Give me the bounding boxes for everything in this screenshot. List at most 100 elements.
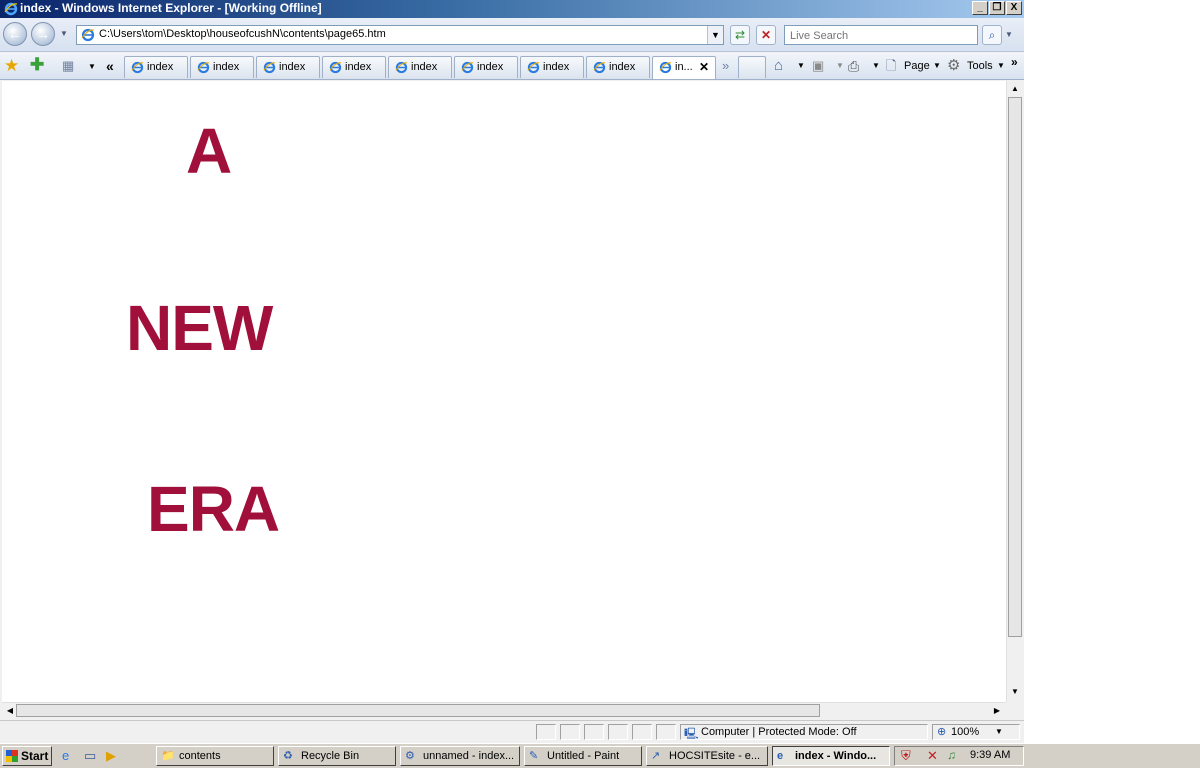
show-desktop-icon[interactable]: ▭: [84, 748, 96, 764]
feeds-icon[interactable]: ▣: [812, 56, 824, 76]
start-button[interactable]: Start: [2, 746, 52, 766]
close-tab-icon[interactable]: ✕: [699, 60, 709, 74]
recent-pages-dropdown-icon[interactable]: ▼: [60, 29, 68, 38]
taskbar-button[interactable]: ♻ Recycle Bin: [278, 746, 396, 766]
tabs-scroll-left-icon[interactable]: «: [106, 58, 114, 74]
taskbar: Start e ▭ ▶ 📁 contents ♻ Recycle Bin ⚙ unname…: [0, 743, 1200, 768]
favorites-center-icon[interactable]: ★: [4, 56, 19, 76]
home-dropdown-icon[interactable]: ▼: [797, 56, 805, 76]
print-icon[interactable]: ⎙: [848, 56, 859, 76]
horizontal-scrollbar[interactable]: ◀ ▶: [2, 702, 1006, 718]
taskbar-button[interactable]: e index - Windo...: [772, 746, 890, 766]
status-segment: [608, 724, 628, 740]
vertical-scrollbar[interactable]: ▲ ▼: [1006, 81, 1023, 702]
stop-button[interactable]: ✕: [756, 25, 776, 45]
vertical-scroll-thumb[interactable]: [1008, 97, 1022, 637]
more-commands-icon[interactable]: »: [1011, 52, 1018, 72]
ie-tab-icon: [593, 61, 606, 74]
ie-tab-icon: [263, 61, 276, 74]
status-segment: [584, 724, 604, 740]
tabs-scroll-right-icon[interactable]: »: [722, 58, 729, 73]
ie-tab-icon: [461, 61, 474, 74]
home-icon[interactable]: ⌂: [774, 56, 783, 76]
windows-logo-icon: [6, 750, 18, 762]
scroll-up-icon[interactable]: ▲: [1008, 82, 1022, 96]
forward-button[interactable]: →: [31, 22, 55, 46]
security-shield-icon[interactable]: ⛨: [901, 748, 911, 764]
search-input[interactable]: [788, 27, 978, 45]
heading-word-a: A: [186, 115, 232, 187]
minimize-button[interactable]: _: [972, 1, 988, 15]
taskbar-button-label: contents: [179, 750, 221, 762]
page-dropdown-icon[interactable]: ▼: [933, 56, 941, 76]
restore-button[interactable]: ❐: [989, 1, 1005, 15]
taskbar-button[interactable]: 📁 contents: [156, 746, 274, 766]
taskbar-button-label: index - Windo...: [795, 750, 877, 762]
volume-icon[interactable]: ♫: [947, 748, 956, 762]
security-zone-panel[interactable]: 🖳 Computer | Protected Mode: Off: [680, 724, 928, 740]
window-title: index - Windows Internet Explorer - [Wor…: [20, 1, 322, 15]
zoom-dropdown-icon[interactable]: ▼: [995, 727, 1003, 736]
ie-tab-icon: [329, 61, 342, 74]
search-box[interactable]: [784, 25, 978, 45]
status-segment: [560, 724, 580, 740]
search-button[interactable]: ⌕: [982, 25, 1002, 45]
ie-tab-icon: [527, 61, 540, 74]
add-favorites-icon[interactable]: ✚: [30, 55, 44, 75]
page-icon: [81, 28, 95, 42]
browser-tab[interactable]: index: [322, 56, 386, 78]
browser-tab[interactable]: index: [124, 56, 188, 78]
ie-quicklaunch-icon[interactable]: e: [62, 748, 69, 763]
quick-tabs-icon[interactable]: ▦: [62, 58, 82, 76]
address-dropdown-icon[interactable]: ▼: [707, 26, 723, 44]
taskbar-button-label: Recycle Bin: [301, 750, 360, 762]
ie-logo-icon: [4, 2, 18, 16]
network-disconnected-icon[interactable]: ✕: [927, 748, 938, 764]
browser-tab[interactable]: index: [454, 56, 518, 78]
navigation-bar: ← → ▼ C:\Users\tom\Desktop\houseofcushN\…: [0, 18, 1024, 52]
feeds-dropdown-icon[interactable]: ▼: [836, 56, 844, 76]
media-player-icon[interactable]: ▶: [106, 748, 116, 764]
horizontal-scroll-thumb[interactable]: [16, 704, 820, 717]
scroll-left-icon[interactable]: ◀: [3, 704, 17, 718]
taskbar-button-label: unnamed - index...: [423, 750, 515, 762]
tools-dropdown-icon[interactable]: ▼: [997, 56, 1005, 76]
tab-list-dropdown-icon[interactable]: ▼: [88, 62, 96, 71]
zoom-control[interactable]: ⊕ 100% ▼: [932, 724, 1020, 740]
close-button[interactable]: X: [1006, 1, 1022, 15]
tab-label: index: [609, 61, 636, 73]
scroll-down-icon[interactable]: ▼: [1008, 685, 1022, 699]
ie-tab-icon: [395, 61, 408, 74]
start-label: Start: [21, 749, 49, 763]
tools-menu[interactable]: Tools: [967, 56, 993, 76]
browser-tab[interactable]: index: [586, 56, 650, 78]
search-options-dropdown-icon[interactable]: ▼: [1005, 30, 1013, 39]
browser-tab[interactable]: index: [190, 56, 254, 78]
page-icon-button[interactable]: 🗋: [886, 56, 896, 76]
ie-icon: e: [777, 750, 784, 762]
address-url: C:\Users\tom\Desktop\houseofcushN\conten…: [99, 28, 386, 40]
gear-icon[interactable]: ⚙: [947, 56, 960, 76]
title-bar[interactable]: index - Windows Internet Explorer - [Wor…: [0, 0, 1024, 18]
ie-tab-icon: [659, 61, 672, 74]
page-menu[interactable]: Page: [904, 56, 930, 76]
status-bar: 🖳 Computer | Protected Mode: Off ⊕ 100% …: [0, 720, 1024, 742]
zoom-icon: ⊕: [937, 726, 947, 738]
security-zone-text: Computer | Protected Mode: Off: [701, 726, 857, 738]
tab-bar: ★ ✚ ▦ ▼ « index index index index index index…: [0, 53, 1024, 80]
new-tab-button[interactable]: [738, 56, 766, 78]
browser-tab[interactable]: index: [388, 56, 452, 78]
scroll-right-icon[interactable]: ▶: [990, 704, 1004, 718]
browser-tab[interactable]: index: [256, 56, 320, 78]
clock[interactable]: 9:39 AM: [970, 749, 1010, 761]
taskbar-button[interactable]: ↗ HOCSITEsite - e...: [646, 746, 768, 766]
browser-tab[interactable]: in... ✕: [652, 56, 716, 79]
status-segment: [656, 724, 676, 740]
taskbar-button[interactable]: ⚙ unnamed - index...: [400, 746, 520, 766]
address-bar[interactable]: C:\Users\tom\Desktop\houseofcushN\conten…: [76, 25, 724, 45]
browser-tab[interactable]: index: [520, 56, 584, 78]
back-button[interactable]: ←: [3, 22, 27, 46]
taskbar-button[interactable]: ✎ Untitled - Paint: [524, 746, 642, 766]
print-dropdown-icon[interactable]: ▼: [872, 56, 880, 76]
refresh-button[interactable]: ⇄: [730, 25, 750, 45]
